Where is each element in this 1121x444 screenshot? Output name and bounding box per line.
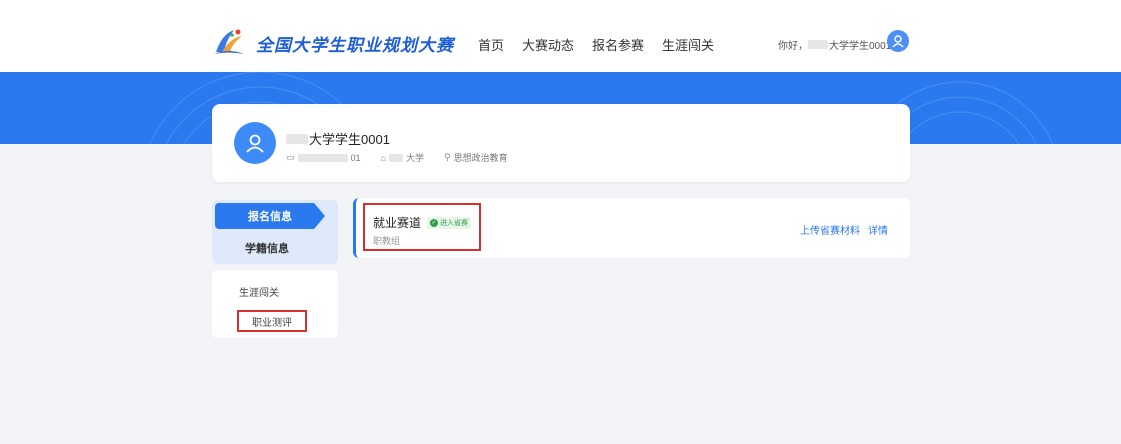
track-group: 职教组 [373, 236, 401, 246]
greeting-username: 大学学生0001 [829, 41, 892, 52]
side-menu-tabs: 报名信息 学籍信息 [212, 200, 338, 264]
track-card: 就业赛道 ✓ 进入省赛 职教组 上传省赛材料 详情 [353, 198, 910, 258]
upload-materials-link[interactable]: 上传省赛材料 [800, 222, 860, 237]
greeting-prefix: 你好， [778, 41, 808, 52]
tab-registration-info[interactable]: 报名信息 [215, 203, 325, 229]
logo-icon [214, 29, 244, 54]
track-title: 就业赛道 ✓ 进入省赛 [373, 214, 472, 231]
link-career-assessment[interactable]: 职业测评 [237, 310, 307, 332]
redacted-text [286, 133, 308, 144]
site-title[interactable]: 全国大学生职业规划大赛 [256, 31, 454, 56]
school-name: ⌂ 大学 [380, 152, 424, 164]
school-icon: ⌂ [380, 152, 386, 163]
profile-name: 大学学生0001 [286, 129, 390, 148]
profile-meta: ▭ 01 ⌂ 大学 ⚲ 思想政治教育 [286, 151, 522, 164]
check-icon: ✓ [430, 218, 439, 227]
details-link[interactable]: 详情 [868, 222, 888, 237]
main-nav: 首页 大赛动态 报名参赛 生涯闯关 [478, 35, 714, 54]
redacted-text [808, 40, 828, 49]
nav-item-home[interactable]: 首页 [478, 35, 504, 54]
nav-item-career[interactable]: 生涯闯关 [662, 35, 714, 54]
redacted-text [388, 153, 403, 162]
profile-avatar-icon [234, 122, 276, 164]
id-card-icon: ▭ [286, 152, 295, 162]
track-actions: 上传省赛材料 详情 [800, 222, 888, 237]
tab-student-info[interactable]: 学籍信息 [212, 236, 322, 260]
profile-card: 大学学生0001 ▭ 01 ⌂ 大学 ⚲ 思想政治教育 [212, 104, 910, 182]
student-id: ▭ 01 [286, 152, 361, 163]
user-avatar-icon[interactable] [887, 30, 909, 52]
major-icon: ⚲ [443, 152, 451, 162]
status-badge: ✓ 进入省赛 [427, 216, 472, 229]
redacted-text [297, 153, 348, 162]
user-greeting[interactable]: 你好， 大学学生0001 [778, 37, 891, 52]
side-menu-links: 生涯闯关 职业测评 [212, 270, 338, 338]
link-career-challenge[interactable]: 生涯闯关 [212, 284, 306, 299]
top-header: 全国大学生职业规划大赛 首页 大赛动态 报名参赛 生涯闯关 你好， 大学学生00… [0, 0, 1121, 72]
nav-item-news[interactable]: 大赛动态 [522, 35, 574, 54]
major-name: ⚲ 思想政治教育 [443, 152, 508, 163]
nav-item-register[interactable]: 报名参赛 [592, 35, 644, 54]
